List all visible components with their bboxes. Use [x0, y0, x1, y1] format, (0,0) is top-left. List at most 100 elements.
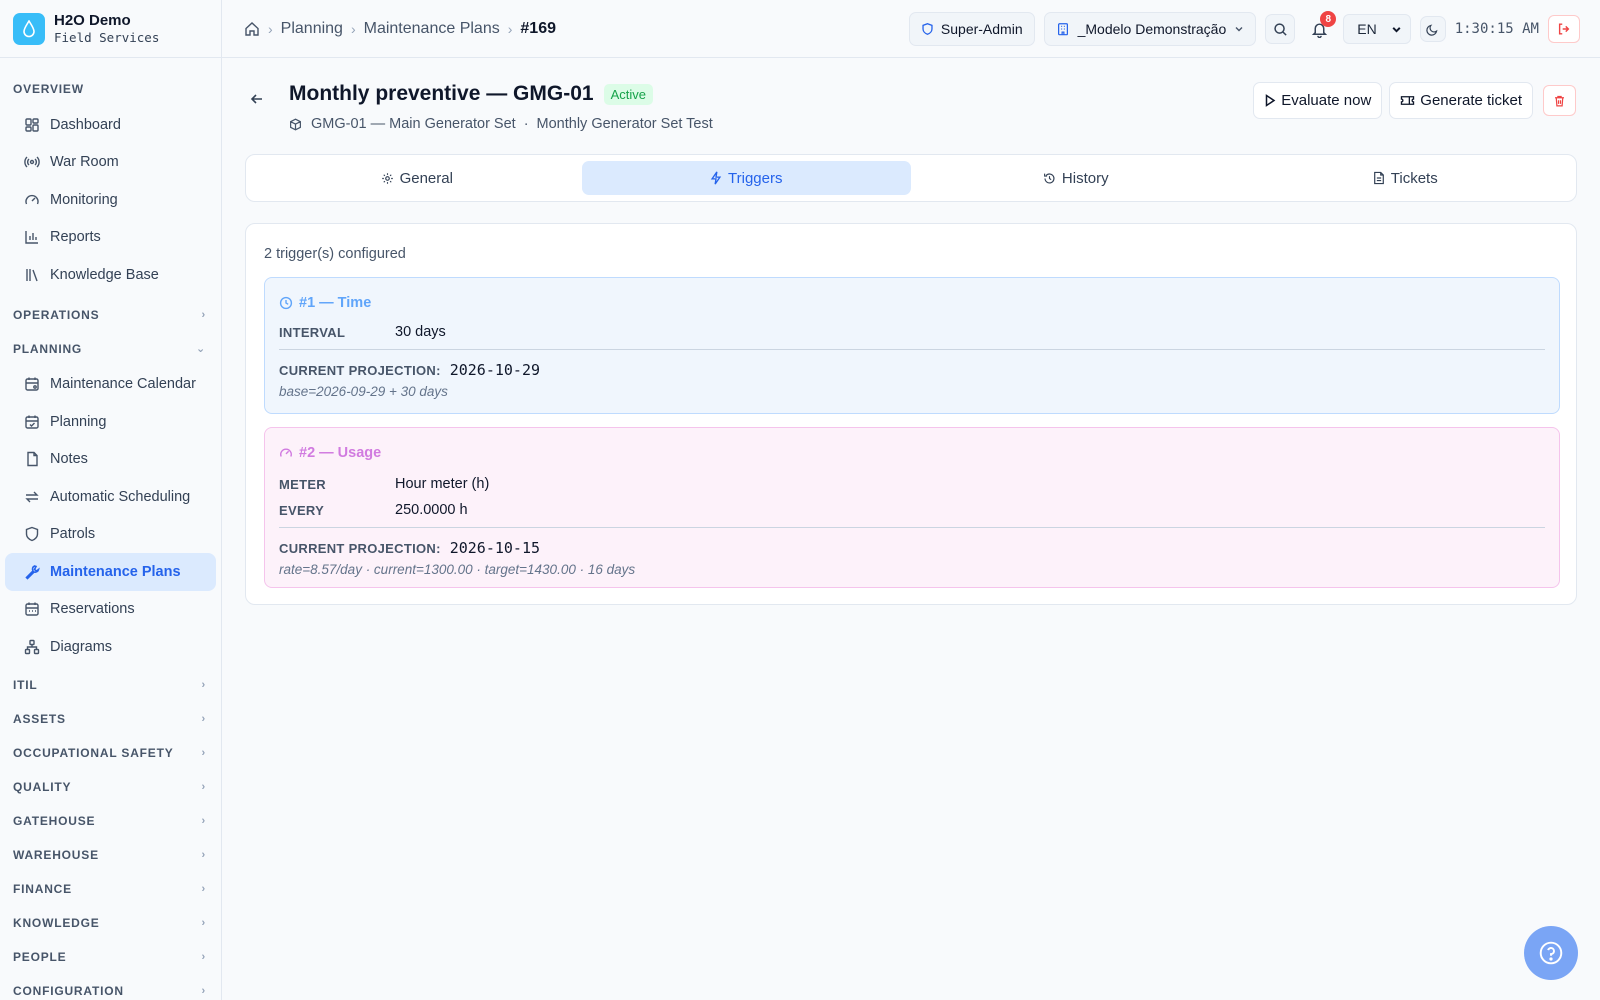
sidebar-item-reservations[interactable]: Reservations	[5, 591, 216, 629]
help-button[interactable]	[1524, 926, 1578, 980]
document-icon	[1373, 171, 1385, 185]
search-button[interactable]	[1265, 14, 1296, 44]
projection-row: CURRENT PROJECTION: 2026-10-15	[279, 538, 1545, 558]
trigger-count: 2 trigger(s) configured	[264, 246, 406, 262]
section-quality[interactable]: QUALITY ›	[0, 770, 221, 804]
meter-row: METER Hour meter (h)	[279, 471, 1545, 497]
calendar-icon	[23, 375, 41, 393]
chevron-right-icon: ›	[201, 308, 206, 321]
section-warehouse[interactable]: WAREHOUSE ›	[0, 838, 221, 872]
sidebar-item-planning[interactable]: Planning	[5, 403, 216, 441]
section-gatehouse[interactable]: GATEHOUSE ›	[0, 804, 221, 838]
breadcrumb-planning[interactable]: Planning	[281, 20, 343, 38]
section-itil[interactable]: ITIL ›	[0, 668, 221, 702]
section-occupational-safety[interactable]: OCCUPATIONAL SAFETY ›	[0, 736, 221, 770]
language-select[interactable]: EN	[1343, 14, 1411, 44]
every-row: EVERY 250.0000 h	[279, 497, 1545, 523]
sidebar-item-maintenance-calendar[interactable]: Maintenance Calendar	[5, 366, 216, 404]
chevron-right-icon: ›	[201, 814, 206, 827]
breadcrumb-separator: ›	[350, 20, 356, 37]
sidebar-item-notes[interactable]: Notes	[5, 441, 216, 479]
tenant-selector[interactable]: _Modelo Demonstração	[1043, 12, 1257, 46]
sidebar-item-war-room[interactable]: War Room	[5, 144, 216, 182]
chevron-right-icon: ›	[201, 848, 206, 861]
calendar-check-icon	[23, 413, 41, 431]
clock-icon	[279, 296, 293, 310]
section-knowledge[interactable]: KNOWLEDGE ›	[0, 906, 221, 940]
chevron-down-icon	[1234, 24, 1244, 34]
cube-icon	[289, 118, 302, 131]
section-finance[interactable]: FINANCE ›	[0, 872, 221, 906]
notifications-button[interactable]: 8	[1304, 11, 1337, 44]
plan-name: Monthly Generator Set Test	[536, 116, 713, 132]
meter-value: Hour meter (h)	[395, 476, 490, 492]
role-label: Super-Admin	[940, 21, 1023, 37]
language-value: EN	[1357, 21, 1377, 37]
interval-label: INTERVAL	[279, 324, 346, 340]
sidebar-item-patrols[interactable]: Patrols	[5, 516, 216, 554]
play-icon	[1264, 94, 1276, 107]
evaluate-now-button[interactable]: Evaluate now	[1253, 82, 1383, 119]
interval-value: 30 days	[395, 324, 446, 340]
sidebar-item-monitoring[interactable]: Monitoring	[5, 181, 216, 219]
page-subtitle: GMG-01 — Main Generator Set · Monthly Ge…	[289, 116, 713, 132]
chevron-right-icon: ›	[201, 984, 206, 997]
arrow-left-icon	[249, 91, 265, 107]
projection-note: rate=8.57/day · current=1300.00 · target…	[279, 562, 636, 577]
back-button[interactable]	[246, 88, 268, 110]
breadcrumb-separator: ›	[507, 20, 513, 37]
building-icon	[1056, 22, 1070, 36]
main-content: Monthly preventive — GMG-01 Active GMG-0…	[222, 58, 1600, 1000]
breadcrumb-maintenance-plans[interactable]: Maintenance Plans	[364, 20, 500, 38]
section-planning[interactable]: PLANNING ⌄	[0, 332, 221, 366]
shield-icon	[921, 22, 934, 36]
section-operations[interactable]: OPERATIONS ›	[0, 298, 221, 332]
sidebar-item-maintenance-plans[interactable]: Maintenance Plans	[5, 553, 216, 591]
interval-row: INTERVAL 30 days	[279, 319, 1545, 345]
section-configuration[interactable]: CONFIGURATION ›	[0, 974, 221, 1000]
projection-value: 2026-10-29	[449, 361, 541, 379]
clock: 1:30:15 AM	[1454, 21, 1539, 37]
gauge-icon	[23, 191, 41, 209]
delete-button[interactable]	[1543, 85, 1576, 116]
page-title: Monthly preventive — GMG-01 Active	[289, 82, 653, 106]
sidebar-item-diagrams[interactable]: Diagrams	[5, 628, 216, 666]
trigger-card-usage: #2 — Usage METER Hour meter (h) EVERY 25…	[264, 427, 1560, 588]
home-icon[interactable]	[244, 21, 260, 37]
tab-triggers[interactable]: Triggers	[581, 161, 911, 195]
tab-general[interactable]: General	[252, 161, 582, 195]
sidebar-nav: OVERVIEW Dashboard War Room Monitoring R…	[0, 58, 221, 1000]
brand[interactable]: H2O Demo Field Services	[0, 0, 221, 58]
chevron-right-icon: ›	[201, 916, 206, 929]
trigger-title: #1 — Time	[279, 293, 1545, 313]
sidebar: H2O Demo Field Services OVERVIEW Dashboa…	[0, 0, 222, 1000]
role-button[interactable]: Super-Admin	[908, 12, 1035, 46]
generate-ticket-button[interactable]: Generate ticket	[1389, 82, 1533, 119]
breadcrumb-separator: ›	[268, 20, 273, 37]
history-icon	[1043, 172, 1056, 185]
file-icon	[23, 450, 41, 468]
asset-link[interactable]: GMG-01 — Main Generator Set	[311, 116, 516, 132]
projection-label: CURRENT PROJECTION:	[279, 540, 441, 556]
sidebar-item-knowledge-base[interactable]: Knowledge Base	[5, 256, 216, 294]
search-icon	[1273, 22, 1288, 37]
projection-row: CURRENT PROJECTION: 2026-10-29	[279, 360, 1545, 380]
section-assets[interactable]: ASSETS ›	[0, 702, 221, 736]
every-label: EVERY	[279, 502, 325, 518]
library-icon	[23, 266, 41, 284]
broadcast-icon	[23, 153, 41, 171]
logout-button[interactable]	[1548, 15, 1580, 43]
sidebar-item-dashboard[interactable]: Dashboard	[5, 106, 216, 144]
chevron-right-icon: ›	[201, 950, 206, 963]
theme-toggle-button[interactable]	[1419, 16, 1446, 42]
section-people[interactable]: PEOPLE ›	[0, 940, 221, 974]
sidebar-item-reports[interactable]: Reports	[5, 219, 216, 257]
sidebar-item-automatic-scheduling[interactable]: Automatic Scheduling	[5, 478, 216, 516]
tab-tickets[interactable]: Tickets	[1241, 161, 1571, 195]
breadcrumb: › Planning › Maintenance Plans › #169	[244, 20, 556, 38]
projection-value: 2026-10-15	[449, 539, 541, 557]
water-drop-icon	[13, 12, 45, 45]
brand-subtitle: Field Services	[54, 29, 160, 45]
breadcrumb-current: #169	[520, 19, 556, 37]
tab-history[interactable]: History	[911, 161, 1241, 195]
